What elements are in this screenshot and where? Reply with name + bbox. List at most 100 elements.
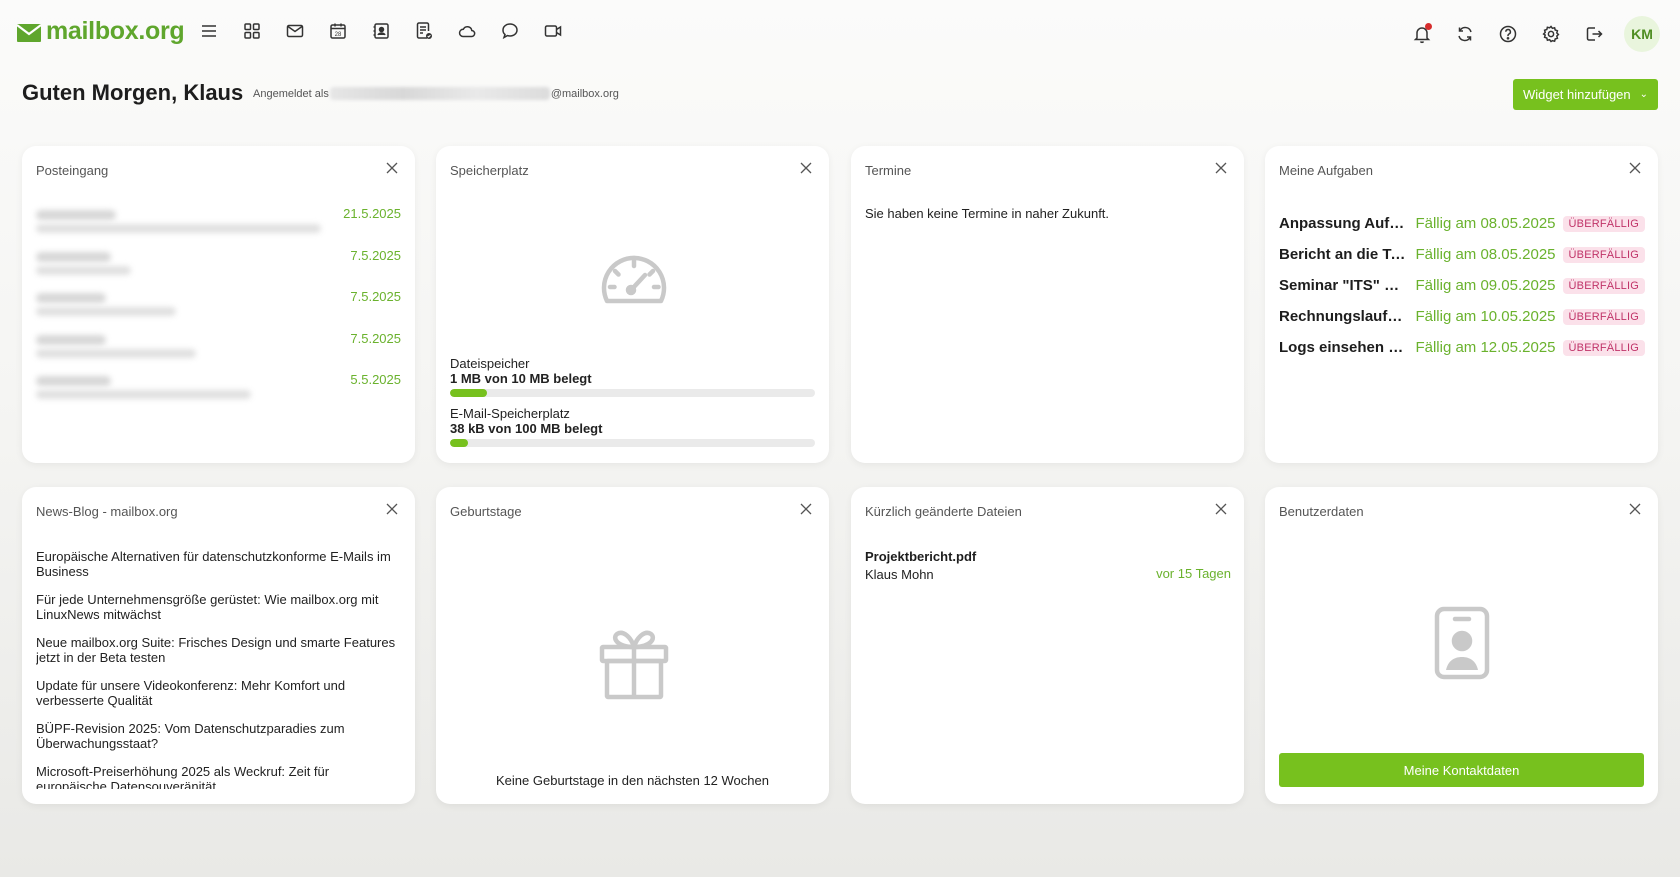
list-item[interactable]: 7.5.2025	[36, 327, 401, 369]
cloud-icon[interactable]	[456, 20, 478, 42]
widget-title[interactable]: Posteingang	[36, 163, 108, 178]
news-link[interactable]: Microsoft-Preiserhöhung 2025 als Weckruf…	[36, 764, 401, 789]
tasks-icon[interactable]	[413, 20, 435, 42]
widget-inbox: Posteingang 21.5.2025 7.5.2025 7.5.2025 …	[22, 146, 415, 463]
appointments-empty: Sie haben keine Termine in naher Zukunft…	[865, 206, 1110, 221]
logo-text: mailbox.org	[46, 17, 185, 45]
my-contact-data-button[interactable]: Meine Kontaktdaten	[1279, 753, 1644, 787]
news-link[interactable]: Update für unsere Videokonferenz: Mehr K…	[36, 678, 401, 708]
task-title: Bericht an die Te...	[1279, 246, 1406, 263]
gear-icon[interactable]	[1540, 23, 1562, 45]
close-icon[interactable]	[1213, 501, 1229, 517]
close-icon[interactable]	[798, 501, 814, 517]
help-icon[interactable]	[1497, 23, 1519, 45]
mail-icon[interactable]	[284, 20, 306, 42]
task-due-date: Fällig am 09.05.2025	[1415, 277, 1556, 294]
close-icon[interactable]	[1627, 160, 1643, 176]
task-item[interactable]: Anpassung Aufli... Fällig am 08.05.2025 …	[1279, 208, 1645, 239]
login-domain: @mailbox.org	[550, 87, 619, 100]
redacted-subject	[36, 390, 251, 399]
close-icon[interactable]	[798, 160, 814, 176]
redacted-subject	[36, 224, 321, 233]
widget-title[interactable]: Benutzerdaten	[1279, 504, 1364, 519]
redacted-subject	[36, 307, 176, 316]
menu-icon[interactable]	[198, 20, 220, 42]
calendar-icon[interactable]: 28	[327, 20, 349, 42]
overdue-badge: ÜBERFÄLLIG	[1562, 246, 1645, 263]
task-due-date: Fällig am 08.05.2025	[1415, 246, 1556, 263]
redacted-subject	[36, 265, 131, 275]
widget-title[interactable]: News-Blog - mailbox.org	[36, 504, 178, 519]
gift-icon	[599, 630, 669, 700]
list-item[interactable]: 7.5.2025	[36, 285, 401, 327]
redacted-subject	[36, 348, 196, 358]
file-storage-value: 1 MB von 10 MB belegt	[450, 371, 592, 386]
widget-tasks: Meine Aufgaben Anpassung Aufli... Fällig…	[1265, 146, 1658, 463]
news-link[interactable]: Neue mailbox.org Suite: Frisches Design …	[36, 635, 401, 665]
mail-date: 7.5.2025	[350, 247, 401, 263]
login-info: Angemeldet als @mailbox.org	[253, 87, 619, 100]
widget-title[interactable]: Termine	[865, 163, 911, 178]
task-item[interactable]: Rechnungslauf p... Fällig am 10.05.2025 …	[1279, 301, 1645, 332]
mail-date: 21.5.2025	[343, 206, 401, 221]
task-title: Anpassung Aufli...	[1279, 215, 1406, 232]
add-widget-button[interactable]: Widget hinzufügen ⌄	[1513, 79, 1658, 110]
news-link[interactable]: Europäische Alternativen für datenschutz…	[36, 549, 401, 579]
mail-storage-label: E-Mail-Speicherplatz	[450, 406, 570, 421]
list-item[interactable]: 5.5.2025	[36, 368, 401, 410]
widget-title[interactable]: Geburtstage	[450, 504, 522, 519]
file-storage-bar-fill	[450, 389, 487, 397]
calendar-day-label: 28	[335, 32, 342, 38]
news-list: Europäische Alternativen für datenschutz…	[36, 549, 401, 789]
news-link[interactable]: Für jede Unternehmensgröße gerüstet: Wie…	[36, 592, 401, 622]
task-title: Seminar "ITS" vo...	[1279, 277, 1406, 294]
widget-title[interactable]: Meine Aufgaben	[1279, 163, 1373, 178]
speedometer-icon	[601, 255, 667, 304]
news-link[interactable]: BÜPF-Revision 2025: Vom Datenschutzparad…	[36, 721, 401, 751]
toolbar-right: KM	[1390, 16, 1660, 52]
video-icon[interactable]	[542, 20, 564, 42]
mail-storage-bar	[450, 439, 815, 447]
redacted-sender	[36, 376, 111, 386]
contact-card-icon	[1434, 606, 1490, 680]
logo[interactable]: mailbox.org	[17, 17, 185, 46]
mail-date: 5.5.2025	[350, 372, 401, 387]
close-icon[interactable]	[384, 501, 400, 517]
close-icon[interactable]	[1213, 160, 1229, 176]
task-title: Rechnungslauf p...	[1279, 308, 1406, 325]
redacted-sender	[36, 210, 116, 220]
file-item[interactable]: Projektbericht.pdf Klaus Mohn vor 15 Tag…	[865, 549, 1231, 582]
redacted-sender	[36, 334, 106, 345]
widget-title[interactable]: Kürzlich geänderte Dateien	[865, 504, 1022, 519]
top-bar: mailbox.org 28 KM	[0, 0, 1680, 64]
bell-icon[interactable]	[1411, 23, 1433, 45]
task-title: Logs einsehen u...	[1279, 339, 1406, 356]
add-widget-label: Widget hinzufügen	[1522, 87, 1631, 102]
app-switcher: 28	[198, 20, 585, 42]
close-icon[interactable]	[384, 160, 400, 176]
apps-grid-icon[interactable]	[241, 20, 263, 42]
redacted-sender	[36, 293, 106, 303]
mail-date: 7.5.2025	[350, 330, 401, 346]
avatar[interactable]: KM	[1624, 16, 1660, 52]
file-name: Projektbericht.pdf	[865, 549, 977, 564]
contacts-icon[interactable]	[370, 20, 392, 42]
overdue-badge: ÜBERFÄLLIG	[1562, 308, 1645, 325]
task-due-date: Fällig am 12.05.2025	[1415, 339, 1556, 356]
list-item[interactable]: 21.5.2025	[36, 202, 401, 244]
widget-news: News-Blog - mailbox.org Europäische Alte…	[22, 487, 415, 804]
chat-icon[interactable]	[499, 20, 521, 42]
file-modified-time: vor 15 Tagen	[1156, 566, 1231, 581]
widget-title[interactable]: Speicherplatz	[450, 163, 529, 178]
task-item[interactable]: Seminar "ITS" vo... Fällig am 09.05.2025…	[1279, 270, 1645, 301]
widget-appointments: Termine Sie haben keine Termine in naher…	[851, 146, 1244, 463]
logout-icon[interactable]	[1583, 23, 1605, 45]
widget-storage: Speicherplatz Dateispeicher 1 MB von 10 …	[436, 146, 829, 463]
close-icon[interactable]	[1627, 501, 1643, 517]
task-item[interactable]: Logs einsehen u... Fällig am 12.05.2025 …	[1279, 332, 1645, 363]
task-due-date: Fällig am 10.05.2025	[1415, 308, 1556, 325]
task-item[interactable]: Bericht an die Te... Fällig am 08.05.202…	[1279, 239, 1645, 270]
mail-storage-bar-fill	[450, 439, 469, 447]
list-item[interactable]: 7.5.2025	[36, 244, 401, 286]
refresh-icon[interactable]	[1454, 23, 1476, 45]
